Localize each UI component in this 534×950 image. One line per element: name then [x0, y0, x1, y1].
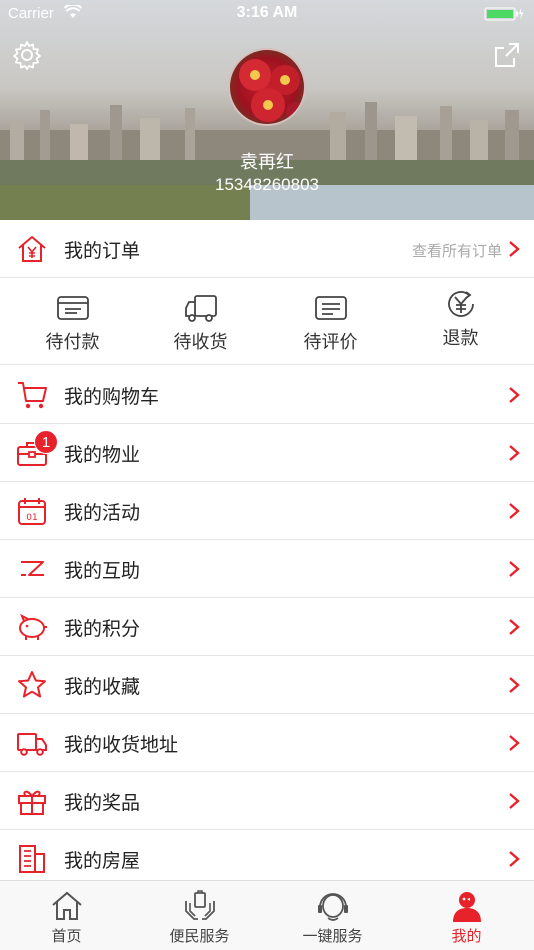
tab-one-click-service[interactable]: 一键服务	[266, 881, 399, 950]
menu-item-cart[interactable]: 我的购物车	[0, 366, 534, 424]
menu-item-label: 我的房屋	[64, 850, 141, 872]
view-all-orders-link[interactable]: 查看所有订单	[412, 240, 502, 261]
gift-icon	[18, 790, 46, 815]
review-message-icon	[315, 296, 347, 320]
my-orders-label: 我的订单	[64, 240, 141, 262]
chevron-right-icon	[509, 619, 520, 635]
menu-item-label: 我的购物车	[64, 386, 160, 408]
pending-payment-label: 待付款	[45, 332, 100, 353]
building-icon	[19, 845, 45, 873]
menu-item-address[interactable]: 我的收货地址	[0, 714, 534, 772]
share-icon[interactable]	[492, 40, 522, 70]
tab-home[interactable]: 首页	[0, 881, 133, 950]
menu-item-prizes[interactable]: 我的奖品	[0, 772, 534, 830]
piggy-bank-icon	[19, 613, 47, 640]
status-bar: Carrier 3:16 AM	[0, 0, 534, 28]
menu-item-label: 我的收货地址	[64, 734, 179, 756]
user-name: 袁再红	[240, 152, 294, 173]
chevron-right-icon	[509, 793, 520, 809]
star-icon	[18, 671, 46, 698]
home-icon	[52, 891, 82, 920]
menu-item-label: 我的积分	[64, 618, 141, 640]
bottom-tab-bar: 首页 便民服务 一键服务 我的	[0, 880, 534, 950]
order-status-bar: 待付款 待收货 待评价 退款	[0, 278, 534, 365]
menu-item-label: 我的物业	[64, 444, 141, 466]
headset-icon	[318, 893, 348, 921]
clock-label: 3:16 AM	[236, 4, 298, 21]
tab-mine[interactable]: 我的	[400, 881, 533, 950]
card-icon	[57, 296, 89, 320]
refund-yen-icon	[448, 291, 474, 317]
menu-item-property[interactable]: 1 我的物业	[0, 424, 534, 482]
my-orders-row[interactable]: 我的订单 查看所有订单	[0, 220, 534, 278]
service-hands-icon	[185, 890, 215, 920]
pending-receipt-label: 待收货	[173, 332, 228, 353]
pending-review-button[interactable]: 待评价	[264, 278, 397, 365]
refund-button[interactable]: 退款	[394, 278, 527, 365]
cart-icon	[18, 382, 47, 409]
tab-label: 便民服务	[169, 927, 230, 945]
battery-icon	[484, 7, 524, 21]
chevron-right-icon	[509, 851, 520, 867]
chevron-right-icon	[509, 241, 520, 257]
menu-item-label: 我的活动	[64, 502, 141, 524]
house-yen-icon	[18, 235, 46, 262]
menu-item-favorites[interactable]: 我的收藏	[0, 656, 534, 714]
chevron-right-icon	[509, 445, 520, 461]
chevron-right-icon	[509, 677, 520, 693]
tab-label: 一键服务	[302, 927, 363, 945]
exchange-icon	[21, 561, 44, 576]
user-phone: 15348260803	[214, 175, 319, 194]
calendar-icon: 01	[18, 498, 46, 525]
notification-badge: 1	[34, 430, 58, 454]
menu-item-label: 我的收藏	[64, 676, 141, 698]
menu-item-label: 我的奖品	[64, 792, 141, 814]
profile-header: Carrier 3:16 AM 袁再红 15348260803	[0, 0, 534, 220]
chevron-right-icon	[509, 561, 520, 577]
tab-label: 首页	[51, 927, 82, 945]
menu-item-activities[interactable]: 01 我的活动	[0, 482, 534, 540]
menu-item-mutual-aid[interactable]: 我的互助	[0, 540, 534, 598]
pending-receipt-button[interactable]: 待收货	[134, 278, 267, 365]
avatar[interactable]	[228, 48, 306, 126]
pending-payment-button[interactable]: 待付款	[6, 278, 139, 365]
tab-services[interactable]: 便民服务	[133, 881, 266, 950]
svg-text:01: 01	[26, 513, 37, 523]
menu-item-points[interactable]: 我的积分	[0, 598, 534, 656]
refund-label: 退款	[442, 328, 479, 349]
chevron-right-icon	[509, 735, 520, 751]
chevron-right-icon	[509, 503, 520, 519]
truck-icon	[17, 733, 47, 756]
user-icon	[453, 892, 481, 922]
pending-review-label: 待评价	[303, 332, 358, 353]
settings-gear-icon[interactable]	[12, 40, 42, 70]
chevron-right-icon	[509, 387, 520, 403]
delivery-truck-icon	[185, 295, 217, 322]
tab-label: 我的	[451, 927, 482, 945]
menu-item-label: 我的互助	[64, 560, 141, 582]
